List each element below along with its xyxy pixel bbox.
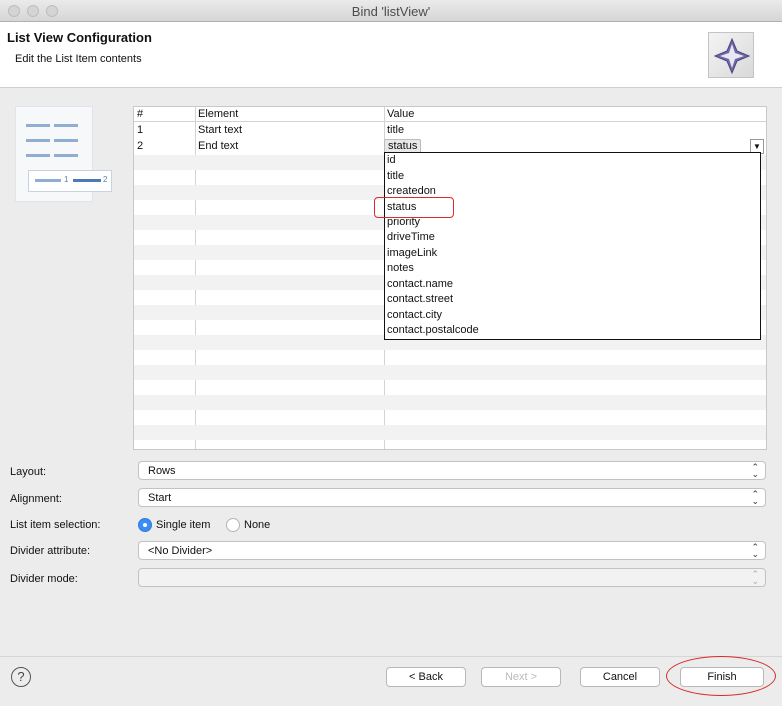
column-header-element: Element — [198, 108, 239, 120]
help-icon[interactable]: ? — [11, 667, 31, 687]
dropdown-option-notes[interactable]: notes — [387, 262, 414, 274]
table-row-empty — [134, 380, 766, 395]
dropdown-option-contact-name[interactable]: contact.name — [387, 278, 453, 290]
divider-mode-select: ⌃ ⌄ — [138, 568, 766, 587]
cancel-button[interactable]: Cancel — [580, 667, 660, 687]
table-row-empty — [134, 365, 766, 380]
list-item-preview-image: 1 2 — [15, 106, 112, 202]
dropdown-option-contact-postalcode[interactable]: contact.postalcode — [387, 324, 479, 336]
status-highlight-annotation — [374, 197, 454, 218]
select-chevron-icon: ⌃ ⌄ — [751, 462, 759, 479]
page-title: List View Configuration — [7, 30, 152, 45]
single-item-radio[interactable] — [138, 518, 152, 532]
dropdown-option-drivetime[interactable]: driveTime — [387, 231, 435, 243]
table-header-row: # Element Value — [134, 107, 766, 122]
select-chevron-icon: ⌃ ⌄ — [751, 569, 759, 586]
dropdown-option-contact-city[interactable]: contact.city — [387, 309, 442, 321]
dropdown-option-contact-street[interactable]: contact.street — [387, 293, 453, 305]
alignment-select[interactable]: Start ⌃ ⌄ — [138, 488, 766, 507]
dropdown-option-imagelink[interactable]: imageLink — [387, 247, 437, 259]
dropdown-option-id[interactable]: id — [387, 154, 396, 166]
table-row-empty — [134, 395, 766, 410]
next-button: Next > — [481, 667, 561, 687]
single-item-radio-label[interactable]: Single item — [156, 519, 210, 531]
window-titlebar: Bind 'listView' — [0, 0, 782, 22]
divider-attribute-label: Divider attribute: — [10, 545, 91, 557]
wizard-logo-icon — [708, 32, 754, 78]
layout-label: Layout: — [10, 466, 47, 478]
value-dropdown-list[interactable]: id title createdon status priority drive… — [384, 152, 761, 340]
back-button[interactable]: < Back — [386, 667, 466, 687]
none-radio[interactable] — [226, 518, 240, 532]
list-item-selection-label: List item selection: — [10, 519, 101, 531]
alignment-label: Alignment: — [10, 493, 62, 505]
preview-item-box: 1 2 — [28, 170, 112, 192]
select-chevron-icon: ⌃ ⌄ — [751, 489, 759, 506]
column-header-value: Value — [387, 108, 415, 120]
finish-highlight-annotation — [666, 656, 776, 696]
table-row-empty — [134, 350, 766, 365]
dropdown-option-createdon[interactable]: createdon — [387, 185, 436, 197]
select-chevron-icon: ⌃ ⌄ — [751, 542, 759, 559]
none-radio-label[interactable]: None — [244, 519, 270, 531]
divider-attribute-select[interactable]: <No Divider> ⌃ ⌄ — [138, 541, 766, 560]
window-title: Bind 'listView' — [351, 4, 431, 19]
table-row-empty — [134, 410, 766, 425]
dropdown-option-title[interactable]: title — [387, 170, 404, 182]
wizard-header: List View Configuration Edit the List It… — [0, 22, 782, 88]
table-row[interactable]: 1 Start text title — [134, 123, 766, 138]
table-row-empty — [134, 425, 766, 440]
divider-mode-label: Divider mode: — [10, 573, 78, 585]
column-header-number: # — [137, 108, 144, 120]
layout-select[interactable]: Rows ⌃ ⌄ — [138, 461, 766, 480]
page-subtitle: Edit the List Item contents — [15, 53, 142, 65]
